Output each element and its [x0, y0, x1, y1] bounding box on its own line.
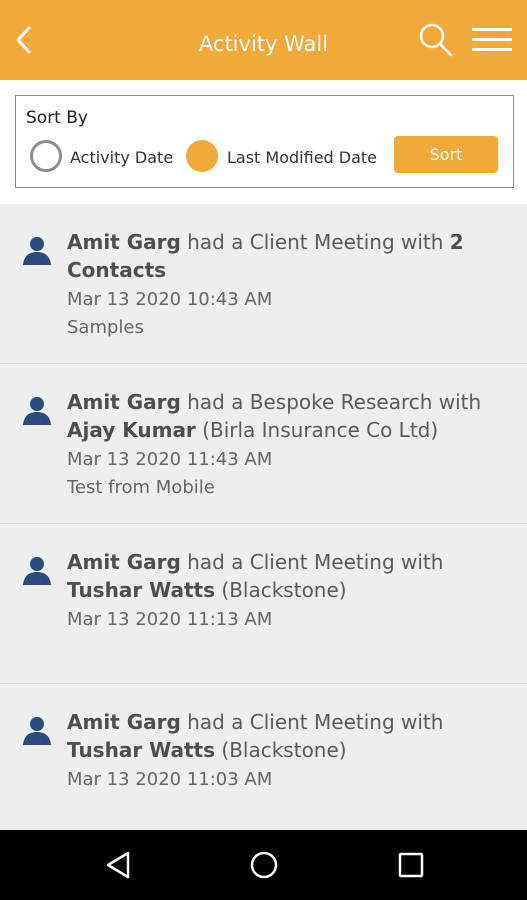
- menu-icon[interactable]: [472, 26, 516, 54]
- person-icon: [23, 397, 51, 425]
- person-icon: [23, 557, 51, 585]
- nav-back-icon[interactable]: [103, 850, 133, 880]
- activity-line2: Tushar Watts (Blackstone): [67, 578, 347, 602]
- activity-line1: Amit Garg had a Client Meeting with 2: [67, 230, 464, 254]
- person-icon: [23, 717, 51, 745]
- sort-panel: Sort By Activity Date Last Modified Date…: [0, 80, 527, 204]
- activity-date: Mar 13 2020 10:43 AM: [67, 289, 273, 310]
- nav-recents-icon[interactable]: [396, 850, 426, 880]
- activity-line1: Amit Garg had a Client Meeting with: [67, 710, 444, 734]
- radio-activity-date-label[interactable]: Activity Date: [70, 148, 173, 167]
- radio-last-modified-date-label[interactable]: Last Modified Date: [227, 148, 377, 167]
- activity-item[interactable]: Amit Garg had a Bespoke Research with Aj…: [0, 364, 527, 524]
- activity-line1: Amit Garg had a Bespoke Research with: [67, 390, 482, 414]
- top-app-bar: Activity Wall: [0, 0, 527, 80]
- activity-item[interactable]: Amit Garg had a Client Meeting with Tush…: [0, 684, 527, 830]
- activity-line1: Amit Garg had a Client Meeting with: [67, 550, 444, 574]
- activity-line2: Ajay Kumar (Birla Insurance Co Ltd): [67, 418, 439, 442]
- nav-home-icon[interactable]: [249, 850, 279, 880]
- activity-note: Samples: [67, 317, 144, 338]
- sort-box: Sort By Activity Date Last Modified Date…: [15, 95, 514, 188]
- activity-line2: Contacts: [67, 258, 167, 282]
- radio-last-modified-date[interactable]: [186, 140, 218, 172]
- system-nav-bar: [0, 830, 527, 900]
- search-icon[interactable]: [418, 22, 454, 58]
- activity-date: Mar 13 2020 11:03 AM: [67, 769, 273, 790]
- activity-note: Test from Mobile: [67, 477, 215, 498]
- activity-date: Mar 13 2020 11:43 AM: [67, 449, 273, 470]
- activity-date: Mar 13 2020 11:13 AM: [67, 609, 273, 630]
- radio-activity-date[interactable]: [30, 140, 62, 172]
- person-icon: [23, 237, 51, 265]
- activity-line2: Tushar Watts (Blackstone): [67, 738, 347, 762]
- activity-item[interactable]: Amit Garg had a Client Meeting with Tush…: [0, 524, 527, 684]
- activity-list[interactable]: Amit Garg had a Client Meeting with 2 Co…: [0, 204, 527, 830]
- sort-button[interactable]: Sort: [394, 136, 498, 173]
- sort-by-label: Sort By: [26, 108, 88, 128]
- activity-item[interactable]: Amit Garg had a Client Meeting with 2 Co…: [0, 204, 527, 364]
